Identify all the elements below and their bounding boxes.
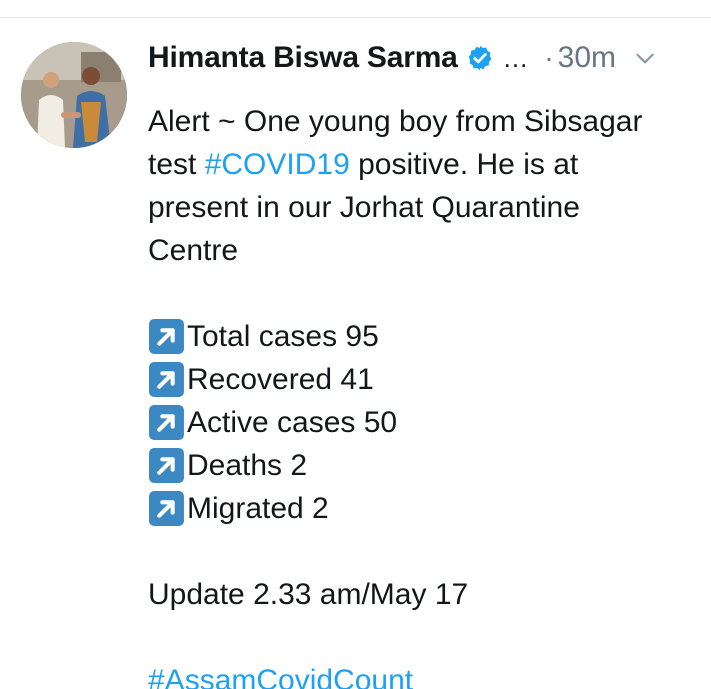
name-truncation: ... bbox=[503, 42, 529, 73]
tweet-line: test #COVID19 positive. He is at bbox=[148, 143, 698, 186]
hashtag-covid19-link[interactable]: #COVID19 bbox=[205, 148, 350, 181]
verified-badge-icon bbox=[466, 44, 494, 72]
stat-active-cases: Active cases 50 bbox=[187, 406, 398, 439]
tweet-header: Himanta Biswa Sarma ... · 30m bbox=[148, 38, 693, 78]
up-right-arrow-emoji-icon bbox=[148, 404, 185, 441]
avatar[interactable] bbox=[21, 42, 127, 148]
author-name[interactable]: Himanta Biswa Sarma bbox=[148, 41, 458, 75]
chevron-down-icon[interactable] bbox=[632, 45, 658, 71]
stat-deaths: Deaths 2 bbox=[187, 449, 308, 482]
tweet-line: Centre bbox=[148, 234, 239, 267]
stat-line: Migrated 2 bbox=[148, 487, 698, 530]
update-line: Update 2.33 am/May 17 bbox=[148, 578, 469, 611]
up-right-arrow-emoji-icon bbox=[148, 490, 185, 527]
tweet-text-fragment: positive. He is at bbox=[349, 148, 579, 181]
stat-migrated: Migrated 2 bbox=[187, 492, 329, 525]
stat-line: Total cases 95 bbox=[148, 315, 698, 358]
stat-line: Deaths 2 bbox=[148, 444, 698, 487]
up-right-arrow-emoji-icon bbox=[148, 318, 185, 355]
tweet-timestamp[interactable]: 30m bbox=[558, 41, 616, 75]
tweet-text: Alert ~ One young boy from Sibsagar test… bbox=[148, 100, 698, 689]
tweet-line: present in our Jorhat Quarantine bbox=[148, 191, 580, 224]
hashtag-assamcovidcount-link[interactable]: #AssamCovidCount bbox=[148, 659, 698, 689]
tweet-text-fragment: test bbox=[148, 148, 205, 181]
up-right-arrow-emoji-icon bbox=[148, 361, 185, 398]
separator-dot: · bbox=[544, 42, 554, 73]
stat-total-cases: Total cases 95 bbox=[187, 320, 379, 353]
stat-recovered: Recovered 41 bbox=[187, 363, 374, 396]
tweet[interactable]: Himanta Biswa Sarma ... · 30m Alert ~ On… bbox=[0, 17, 711, 689]
avatar-photo bbox=[21, 42, 127, 148]
tweet-line: Alert ~ One young boy from Sibsagar bbox=[148, 105, 643, 138]
stat-line: Recovered 41 bbox=[148, 358, 698, 401]
stat-line: Active cases 50 bbox=[148, 401, 698, 444]
up-right-arrow-emoji-icon bbox=[148, 447, 185, 484]
